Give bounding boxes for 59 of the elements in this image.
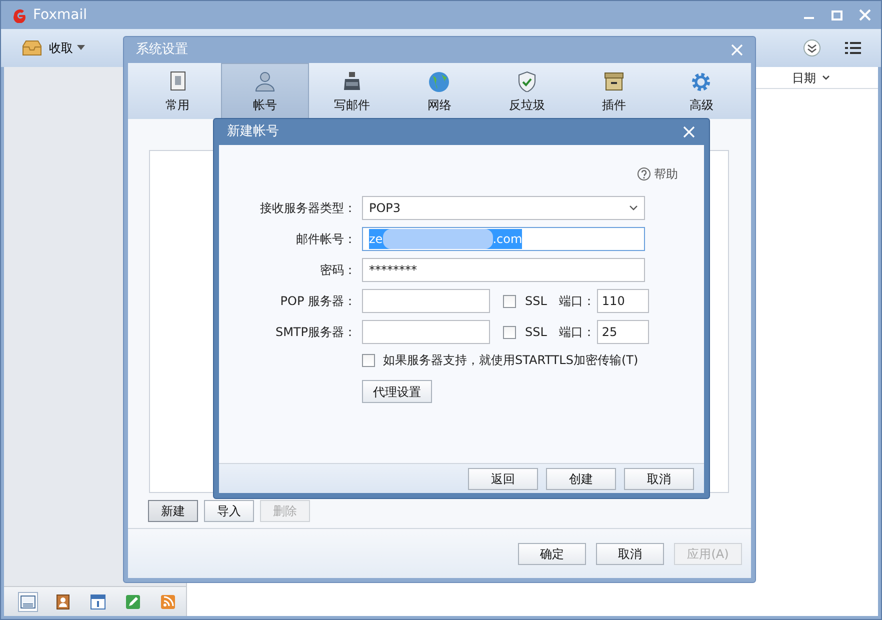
help-icon[interactable] <box>637 167 651 181</box>
column-header[interactable]: 日期 <box>792 68 816 86</box>
help-link[interactable]: 帮助 <box>654 165 678 183</box>
account-action-button[interactable]: 新建 <box>148 500 198 522</box>
rss-icon[interactable] <box>159 592 177 610</box>
port-label: 端口： <box>558 293 595 310</box>
checkbox-label: 如果服务器支持，就使用STARTTLS加密传输(T) <box>383 352 638 369</box>
server-field[interactable] <box>362 289 490 313</box>
dialog-title: 新建帐号 <box>227 123 279 142</box>
settings-tab[interactable]: 帐号 <box>221 63 309 119</box>
maximize-icon[interactable] <box>831 9 843 21</box>
ssl-checkbox[interactable] <box>503 326 516 338</box>
globe-icon <box>427 70 452 92</box>
settings-tab[interactable]: 网络 <box>396 63 484 119</box>
ssl-label: SSL <box>525 324 547 341</box>
field-label: 邮件帐号： <box>295 231 356 248</box>
close-icon[interactable] <box>683 126 695 138</box>
contacts-icon[interactable] <box>54 592 72 610</box>
inbox-tray-icon <box>21 39 43 57</box>
field-label: SMTP服务器： <box>274 324 356 341</box>
menu-icon[interactable] <box>845 41 861 55</box>
caret-icon <box>822 74 830 80</box>
expand-icon[interactable] <box>803 39 821 57</box>
mail-icon[interactable] <box>19 592 37 610</box>
starttls-checkbox[interactable] <box>362 354 375 366</box>
server-type-select[interactable]: POP3 <box>362 196 645 220</box>
close-icon[interactable] <box>859 9 871 21</box>
field-label: POP 服务器： <box>279 293 356 310</box>
settings-tab[interactable]: 高级 <box>658 63 745 119</box>
receive-button[interactable]: 收取 <box>49 39 85 57</box>
window-title: Foxmail <box>33 6 87 24</box>
field-label: 密码： <box>319 262 356 279</box>
caret-icon <box>629 205 638 211</box>
field-label: 接收服务器类型： <box>259 200 356 217</box>
box-icon <box>602 70 626 92</box>
proxy-settings-button[interactable]: 代理设置 <box>362 380 432 403</box>
ssl-checkbox[interactable] <box>503 294 516 308</box>
pencil-icon[interactable] <box>124 592 142 610</box>
calendar-icon[interactable] <box>89 592 107 610</box>
close-icon[interactable] <box>731 44 743 56</box>
dialog-button[interactable]: 取消 <box>596 542 664 564</box>
password-field[interactable]: ******** <box>362 258 645 282</box>
ssl-label: SSL <box>525 293 547 310</box>
dialog-button[interactable]: 创建 <box>546 468 616 490</box>
server-field[interactable] <box>362 320 490 344</box>
settings-tab[interactable]: 常用 <box>134 63 222 119</box>
port-label: 端口： <box>558 324 595 341</box>
dialog-title: 系统设置 <box>136 41 188 60</box>
caret-icon <box>77 45 85 51</box>
settings-tab[interactable]: 反垃圾 <box>483 63 570 119</box>
port-field[interactable]: 25 <box>596 320 649 344</box>
dialog-button[interactable]: 确定 <box>518 542 586 564</box>
person-icon <box>252 70 277 92</box>
account-action-button[interactable]: 导入 <box>204 500 254 522</box>
port-field[interactable]: 110 <box>596 289 649 313</box>
app-logo-icon <box>11 7 27 23</box>
settings-tab[interactable]: 插件 <box>570 63 658 119</box>
dialog-button[interactable]: 返回 <box>468 468 538 490</box>
dialog-button[interactable]: 取消 <box>624 468 694 490</box>
